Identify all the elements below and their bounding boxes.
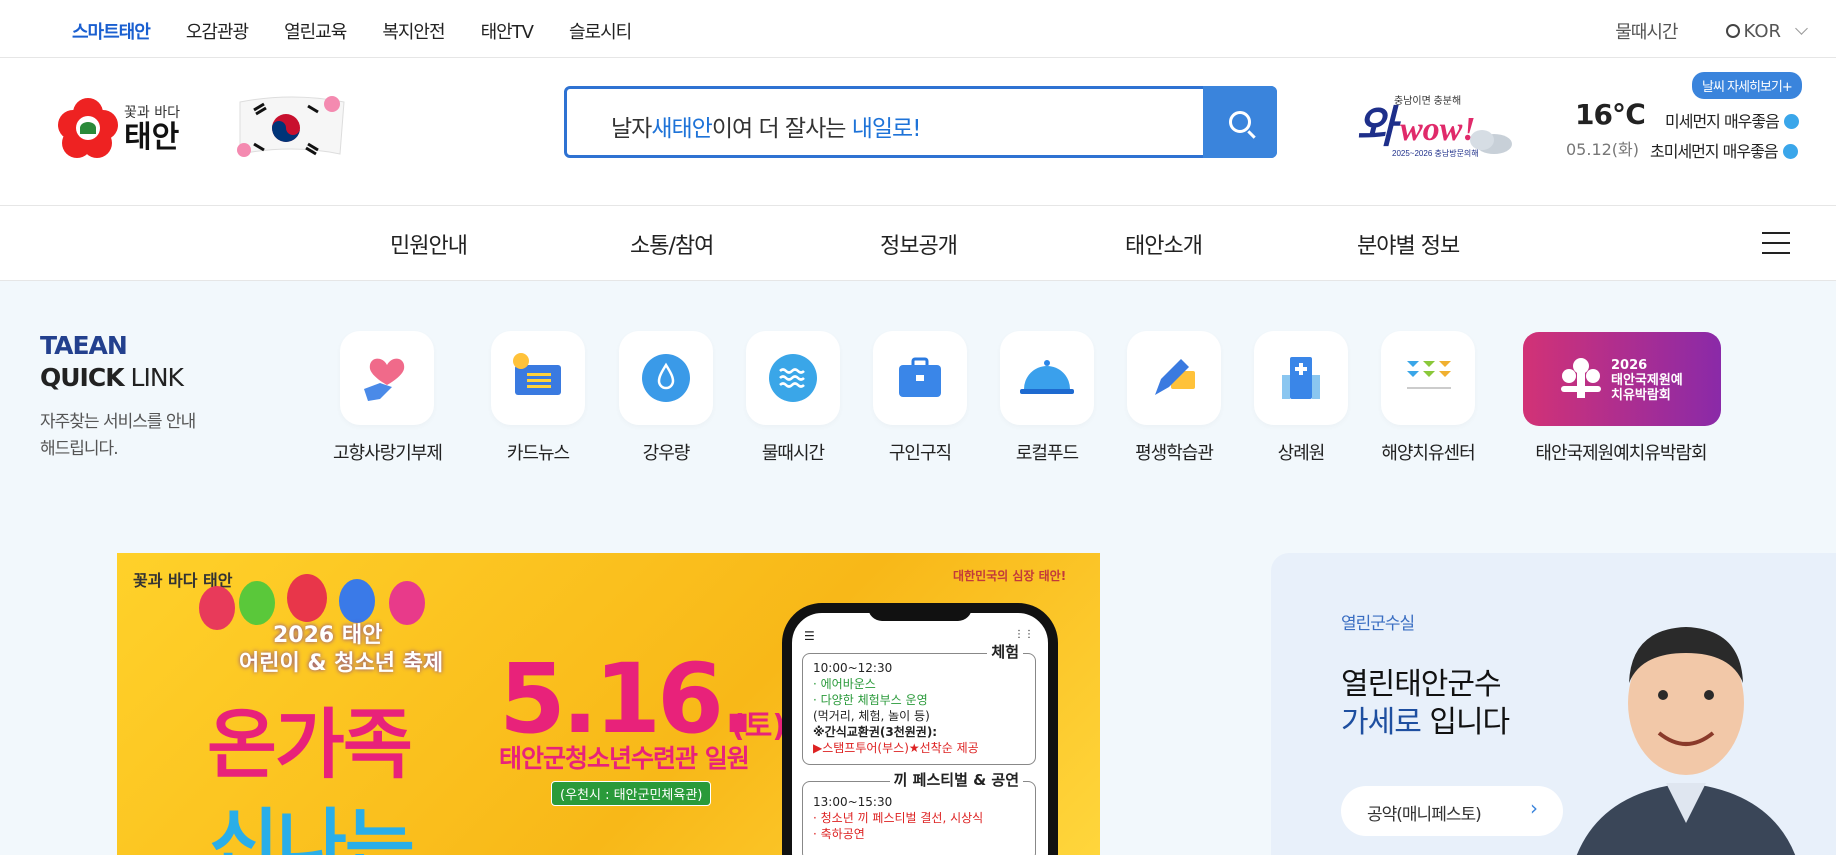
top-nav: 스마트태안 오감관광 열린교육 복지안전 태안TV 슬로시티 bbox=[72, 18, 667, 44]
mayor-title-line2: 가세로 입니다 bbox=[1341, 705, 1510, 740]
mayor-portrait bbox=[1576, 627, 1796, 855]
banner-rain-place: (우천시 : 태안군민체육관) bbox=[551, 781, 712, 806]
quick-link-title: TAEAN bbox=[40, 331, 128, 360]
topnav-tourism[interactable]: 오감관광 bbox=[186, 18, 249, 44]
mainnav-field-info[interactable]: 분야별 정보 bbox=[1357, 228, 1460, 260]
quick-link-section: TAEAN QUICK LINK 자주찾는 서비스를 안내해드립니다. 고향사랑… bbox=[0, 281, 1836, 855]
topnav-slowcity[interactable]: 슬로시티 bbox=[569, 18, 632, 44]
quick-link-item[interactable]: 평생학습관 bbox=[1127, 331, 1221, 465]
search-input[interactable]: 날자새태안이여 더 잘사는 내일로! bbox=[611, 109, 921, 143]
festival-banner[interactable]: 꽃과 바다 태안 대한민국의 심장 태안! 2026 태안 어린이 & 청소년 … bbox=[117, 553, 1100, 855]
topnav-smart-taean[interactable]: 스마트태안 bbox=[72, 18, 151, 44]
logo-title: 태안 bbox=[124, 120, 180, 155]
quick-link-item[interactable]: 물때시간 bbox=[746, 331, 840, 465]
svg-text:와: 와 bbox=[1356, 103, 1401, 152]
quick-link-item[interactable]: 로컬푸드 bbox=[1000, 331, 1094, 465]
logo-subtitle: 꽃과 바다 bbox=[124, 105, 180, 121]
globe-icon bbox=[1725, 24, 1740, 38]
svg-text:wow!: wow! bbox=[1400, 111, 1476, 148]
pencil-book-icon bbox=[1155, 359, 1195, 395]
svg-text:2025~2026 충남방문의해: 2025~2026 충남방문의해 bbox=[1392, 148, 1479, 158]
tide-time-link[interactable]: 물때시간 bbox=[1615, 18, 1678, 44]
flower-logo-icon bbox=[58, 98, 118, 158]
svg-text:충남이면 충분해: 충남이면 충분해 bbox=[1394, 94, 1461, 107]
ultra-fine-dust-status: 초미세먼지 매우좋음 bbox=[1650, 138, 1798, 162]
header: 꽃과 바다 태안 날자새태안이여 더 잘사는 내일로! 충남이면 충분해 와 w… bbox=[0, 58, 1836, 206]
performance-box: 끼 페스티벌 & 공연 13:00~15:30 · 청소년 끼 페스티벌 결선,… bbox=[802, 772, 1036, 855]
topnav-tv[interactable]: 태안TV bbox=[481, 18, 534, 44]
briefcase-icon bbox=[899, 357, 941, 397]
food-cloche-icon bbox=[1020, 360, 1074, 394]
language-select[interactable]: KOR bbox=[1744, 21, 1782, 42]
chevron-down-icon[interactable] bbox=[1795, 21, 1808, 35]
menu-icon[interactable] bbox=[1762, 232, 1790, 254]
mainnav-info-disclosure[interactable]: 정보공개 bbox=[880, 228, 958, 260]
healing-center-icon bbox=[1407, 361, 1451, 389]
card-news-icon bbox=[513, 353, 561, 395]
smile-icon bbox=[1783, 114, 1799, 129]
quick-link-subtitle: QUICK LINK bbox=[40, 363, 184, 392]
quick-link-item[interactable]: 해양치유센터 bbox=[1381, 331, 1476, 465]
building-icon bbox=[1282, 357, 1320, 399]
expo-logo-icon[interactable]: 2026 태안국제원예 치유박람회 bbox=[1523, 332, 1721, 426]
banner-headline: 온가족 bbox=[207, 700, 413, 789]
banner-headline-2: 신나는 bbox=[209, 800, 415, 855]
search-button[interactable] bbox=[1203, 86, 1277, 158]
top-utility-bar: 스마트태안 오감관광 열린교육 복지안전 태안TV 슬로시티 물때시간 KOR bbox=[0, 0, 1836, 58]
quick-link-item[interactable]: 강우량 bbox=[619, 331, 713, 465]
temperature: 16℃ bbox=[1575, 98, 1646, 131]
topnav-education[interactable]: 열린교육 bbox=[284, 18, 347, 44]
banner-festival: 어린이 & 청소년 축제 bbox=[239, 651, 444, 676]
mainnav-civil-service[interactable]: 민원안내 bbox=[390, 228, 468, 260]
search-box[interactable]: 날자새태안이여 더 잘사는 내일로! bbox=[564, 86, 1277, 158]
main-nav: 민원안내 소통/참여 정보공개 태안소개 분야별 정보 bbox=[0, 206, 1836, 281]
quick-link-item[interactable]: 고향사랑기부제 bbox=[333, 331, 443, 465]
weather-date: 05.12(화) bbox=[1566, 140, 1640, 159]
fine-dust-status: 미세먼지 매우좋음 bbox=[1665, 108, 1799, 132]
quick-link-item[interactable]: 상례원 bbox=[1254, 331, 1348, 465]
banner-slogan: 대한민국의 심장 태안! bbox=[953, 569, 1067, 583]
manifesto-button[interactable]: 공약(매니페스토) bbox=[1341, 786, 1563, 836]
mainnav-communication[interactable]: 소통/참여 bbox=[630, 228, 714, 260]
mayor-office-label: 열린군수실 bbox=[1341, 614, 1415, 634]
wave-icon bbox=[769, 354, 817, 402]
quick-link-item[interactable]: 카드뉴스 bbox=[491, 331, 585, 465]
search-icon bbox=[1229, 111, 1251, 133]
mainnav-about-taean[interactable]: 태안소개 bbox=[1125, 228, 1203, 260]
experience-box: 체험 10:00~12:30 · 에어바운스 · 다양한 체험부스 운영 (먹거… bbox=[802, 644, 1036, 765]
banner-place: 태안군청소년수련관 일원 bbox=[499, 744, 750, 773]
chungnam-wow-logo-icon: 충남이면 충분해 와 wow! 2025~2026 충남방문의해 bbox=[1356, 94, 1512, 158]
weather-detail-button[interactable]: 날씨 자세히보기+ bbox=[1692, 72, 1802, 99]
quick-link-item[interactable]: 구인구직 bbox=[873, 331, 967, 465]
utility-links: 물때시간 KOR bbox=[1615, 18, 1808, 44]
mayor-office-card: 열린군수실 열린태안군수 가세로 입니다 공약(매니페스토) bbox=[1271, 553, 1836, 855]
heart-hand-icon bbox=[364, 358, 405, 401]
phone-mockup: ☰ ⋮⋮ 체험 10:00~12:30 · 에어바운스 · 다양한 체험부스 운… bbox=[782, 603, 1058, 855]
site-logo[interactable]: 꽃과 바다 태안 bbox=[58, 98, 180, 158]
rain-drop-icon bbox=[642, 354, 690, 402]
korean-flag-icon bbox=[237, 96, 345, 157]
smile-icon bbox=[1782, 144, 1798, 159]
quick-link-description: 자주찾는 서비스를 안내해드립니다. bbox=[40, 412, 196, 459]
topnav-welfare[interactable]: 복지안전 bbox=[382, 18, 445, 44]
